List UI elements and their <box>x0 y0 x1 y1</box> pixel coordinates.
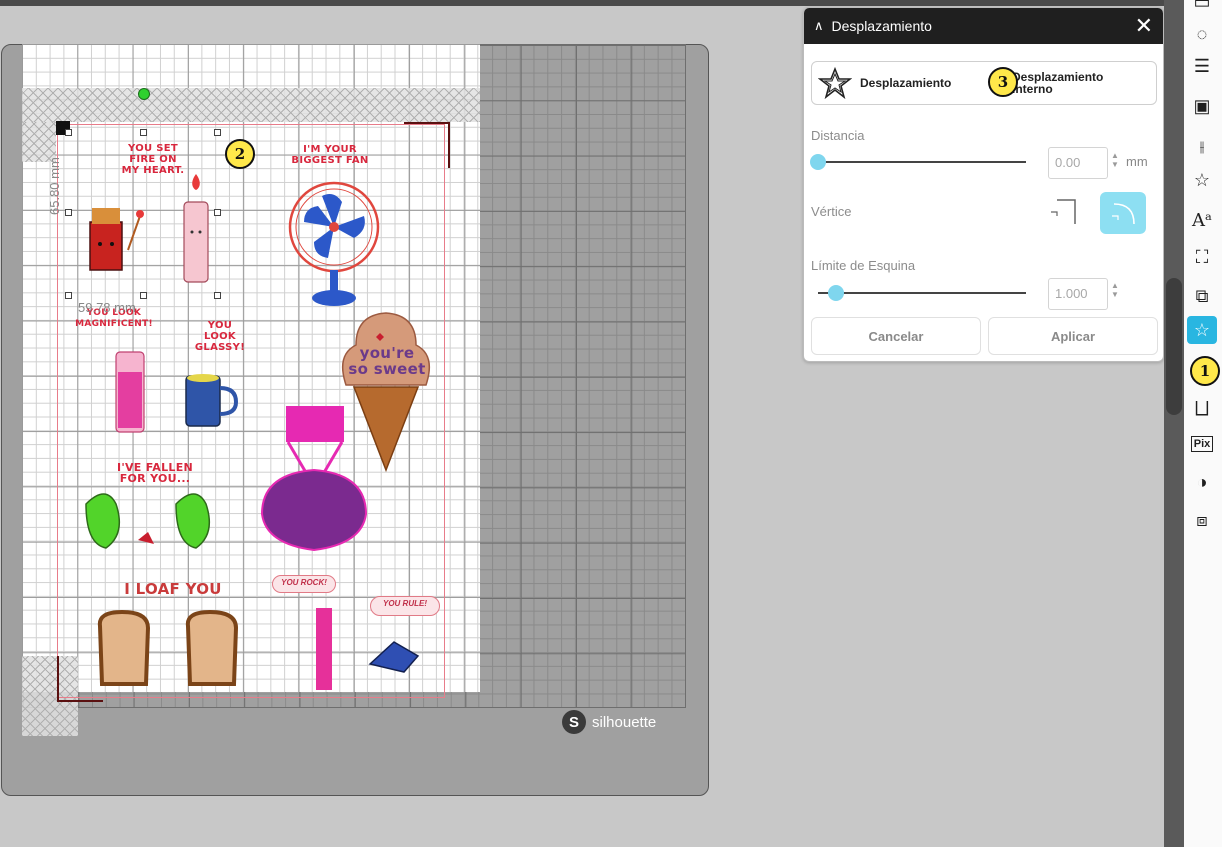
round-corner-icon <box>1112 203 1135 225</box>
resize-handle[interactable] <box>214 129 221 136</box>
round-corner-button[interactable] <box>1100 192 1146 234</box>
sticker-loaf-text[interactable]: I LOAF YOU <box>118 582 228 597</box>
trace-icon[interactable]: ◑ <box>1187 468 1217 496</box>
sticker-rock-bubble[interactable]: YOU ROCK! <box>272 575 336 593</box>
offset-panel: ∧ Desplazamiento ✕ Desplazamiento Despla… <box>803 7 1164 362</box>
right-toolbar <box>1184 0 1222 847</box>
unprintable-area-top <box>22 88 480 122</box>
offset-mode-selector: Desplazamiento Desplazamiento interno <box>811 61 1157 105</box>
unprintable-area-left <box>22 122 56 162</box>
panel-header[interactable]: ∧ Desplazamiento ✕ <box>804 8 1163 44</box>
resize-handle[interactable] <box>214 292 221 299</box>
brand-name: silhouette <box>592 713 657 731</box>
line-style-icon[interactable]: ☰ <box>1187 52 1217 80</box>
apply-button[interactable]: Aplicar <box>988 317 1158 355</box>
sticker-glassy-text[interactable]: YOU LOOK GLASSY! <box>190 320 250 353</box>
distance-slider-knob[interactable] <box>810 154 826 170</box>
internal-offset-label: Desplazamiento interno <box>1012 71 1103 95</box>
sticker-mug[interactable] <box>180 370 242 432</box>
corner-label: Vértice <box>811 204 852 219</box>
text-style-icon[interactable]: Aᵃ <box>1187 206 1217 234</box>
rotate-handle[interactable] <box>138 88 150 100</box>
sticker-love-air[interactable] <box>258 404 370 552</box>
silhouette-logo-icon: S <box>562 710 586 734</box>
registration-mark-top-right <box>404 122 450 168</box>
sticker-ruler[interactable] <box>314 606 334 692</box>
top-bar <box>0 0 1184 6</box>
resize-handle[interactable] <box>65 292 72 299</box>
sticker-eraser[interactable] <box>364 636 424 676</box>
corner-limit-slider[interactable] <box>818 285 1026 301</box>
step-badge-3: 3 <box>988 67 1018 97</box>
resize-handle[interactable] <box>140 292 147 299</box>
sketch-icon[interactable]: ⨆ <box>1187 394 1217 422</box>
corner-limit-input[interactable]: 1.000 <box>1048 278 1108 310</box>
distance-slider[interactable] <box>810 154 1026 170</box>
pixscan-icon[interactable]: Pix <box>1187 430 1217 458</box>
sticker-pink-glass[interactable] <box>104 346 154 438</box>
panel-title: Desplazamiento <box>831 18 932 34</box>
height-dimension: 65.80 mm <box>47 157 62 215</box>
collapse-chevron-icon[interactable]: ∧ <box>814 18 824 34</box>
step-badge-2: 2 <box>225 139 255 169</box>
resize-handle[interactable] <box>214 209 221 216</box>
cancel-button[interactable]: Cancelar <box>811 317 981 355</box>
offset-icon[interactable]: ☆ <box>1187 316 1217 344</box>
resize-handle[interactable] <box>140 129 147 136</box>
sticker-fallen-text[interactable]: I'VE FALLEN FOR YOU... <box>110 462 200 484</box>
selection-box[interactable] <box>68 132 220 297</box>
modify-icon[interactable]: ⧉ <box>1187 282 1217 310</box>
silhouette-logo: S silhouette <box>562 710 656 734</box>
corner-limit-stepper-icon[interactable]: ▲ ▼ <box>1111 281 1119 299</box>
sharp-corner-icon[interactable] <box>1049 198 1079 228</box>
align-icon[interactable]: ⫲ <box>1187 132 1217 160</box>
offset-mode-label: Desplazamiento <box>860 76 952 90</box>
resize-handle[interactable] <box>65 129 72 136</box>
step-badge-1: 1 <box>1190 356 1220 386</box>
vertical-scrollbar[interactable] <box>1164 0 1184 847</box>
close-icon[interactable]: ✕ <box>1135 15 1153 37</box>
distance-stepper-icon[interactable]: ▲ ▼ <box>1111 151 1119 169</box>
library-icon[interactable]: ⧈ <box>1187 506 1217 534</box>
distance-input[interactable]: 0.00 <box>1048 147 1108 179</box>
transform-icon[interactable]: ⛶ <box>1187 243 1217 271</box>
scrollbar-thumb[interactable] <box>1166 278 1182 415</box>
offset-mode-button[interactable]: Desplazamiento <box>812 62 962 104</box>
sticker-leaves[interactable] <box>76 484 226 564</box>
color-palette-icon[interactable]: ◌ <box>1187 20 1217 48</box>
sticker-fan-text[interactable]: I'M YOUR BIGGEST FAN <box>290 144 370 166</box>
resize-handle[interactable] <box>65 209 72 216</box>
width-dimension: 59.78 mm <box>78 300 136 315</box>
sticker-fan[interactable] <box>270 172 400 312</box>
star-outline-icon <box>818 66 852 100</box>
corner-limit-slider-knob[interactable] <box>828 285 844 301</box>
distance-label: Distancia <box>811 128 865 143</box>
corner-limit-label: Límite de Esquina <box>811 258 916 273</box>
sticker-rule-bubble[interactable]: YOU RULE! <box>370 596 440 616</box>
replicate-icon[interactable]: ☆ <box>1187 166 1217 194</box>
sticker-toast[interactable] <box>92 606 258 690</box>
sticker-icecream-text[interactable]: you're so sweet <box>348 345 426 377</box>
page-setup-icon[interactable]: ▭ <box>1187 0 1217 16</box>
internal-offset-label-line2: interno <box>1012 82 1053 96</box>
distance-unit: mm <box>1126 154 1148 169</box>
fill-pattern-icon[interactable]: ▣ <box>1187 92 1217 120</box>
